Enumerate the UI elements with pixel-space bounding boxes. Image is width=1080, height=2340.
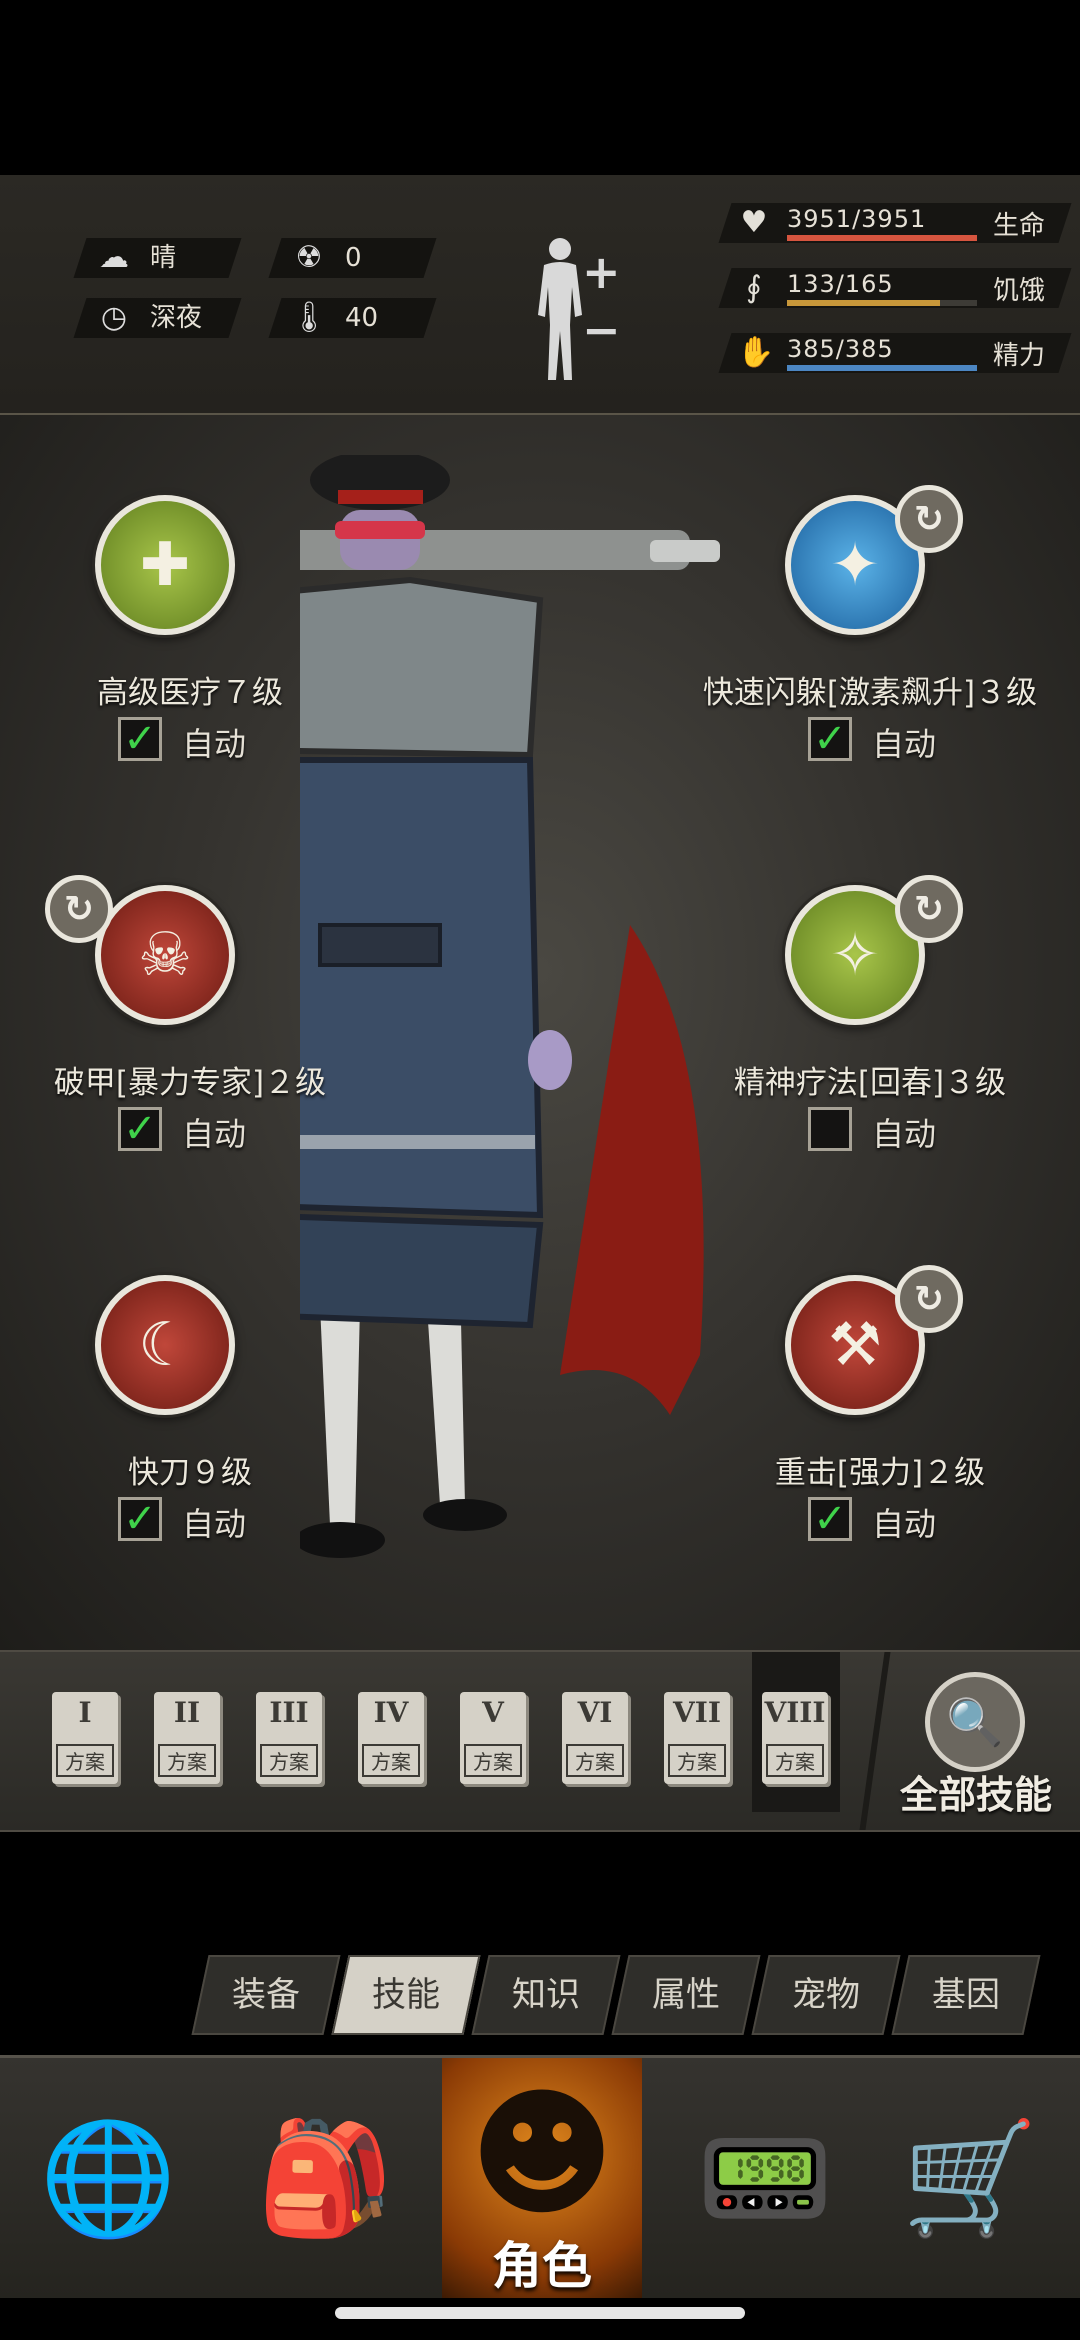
time-label: 深夜 xyxy=(150,303,203,333)
loadout-plan-8[interactable]: VIII 方案 xyxy=(762,1692,828,1784)
hunger-value: 133/165 xyxy=(787,270,894,298)
body-plus-button[interactable]: + xyxy=(582,245,621,299)
status-panel: ☁ 晴 ☢ 0 ◷ 深夜 🌡 40 + − ♥ 3951/3951 生命 ∮ 1… xyxy=(0,175,1080,415)
nav-character-label: 角色 xyxy=(492,2237,592,2295)
skill-slot-5[interactable]: ☾ 快刀９级 ✓ 自动 xyxy=(30,1275,370,1575)
auto-checkbox[interactable]: ✓ xyxy=(808,1497,852,1541)
temperature-chip: 🌡 40 xyxy=(268,298,437,338)
auto-checkbox[interactable]: ✓ xyxy=(118,1107,162,1151)
heart-icon: ♥ xyxy=(740,205,768,240)
nav-character[interactable]: ☻ 角色 xyxy=(442,2058,642,2298)
all-skills-button[interactable]: 全部技能 xyxy=(900,1764,1052,1819)
shopping-cart-icon: 🛒 xyxy=(901,2113,1039,2242)
radiation-chip: ☢ 0 xyxy=(268,238,437,278)
loadout-plan-3[interactable]: III 方案 xyxy=(256,1692,322,1784)
skill-name: 破甲[暴力专家]２级 xyxy=(53,1065,327,1101)
skill-name: 快刀９级 xyxy=(128,1455,252,1491)
skill-slot-1[interactable]: ✚ 高级医疗７级 ✓ 自动 xyxy=(30,495,370,795)
body-minus-button[interactable]: − xyxy=(582,303,621,357)
sub-tab-bar: 装备 技能 知识 属性 宠物 基因 xyxy=(191,1955,1070,2035)
skill-slot-3[interactable]: ☠ ↻ 破甲[暴力专家]２级 ✓ 自动 xyxy=(30,875,370,1185)
tab-attributes[interactable]: 属性 xyxy=(611,1955,761,2035)
home-indicator[interactable] xyxy=(335,2307,745,2319)
radiation-value: 0 xyxy=(345,243,362,273)
radiation-icon: ☢ xyxy=(295,240,323,275)
skill-slot-4[interactable]: ✧ ↻ 精神疗法[回春]３级 自动 xyxy=(720,875,1060,1185)
hunger-label: 饥饿 xyxy=(993,276,1046,306)
auto-label: 自动 xyxy=(872,1115,937,1153)
auto-label: 自动 xyxy=(182,725,247,763)
swap-icon[interactable]: ↻ xyxy=(895,1265,963,1333)
nav-shop[interactable]: 🛒 xyxy=(870,2058,1070,2298)
divider xyxy=(859,1652,891,1830)
auto-checkbox[interactable]: ✓ xyxy=(118,717,162,761)
skill-search-icon[interactable]: 🔍 xyxy=(925,1672,1025,1772)
clock-icon: ◷ xyxy=(100,300,128,335)
globe-icon: 🌐 xyxy=(39,2113,177,2242)
loadout-bar: I 方案 II 方案 III 方案 IV 方案 V 方案 VI 方案 VII 方案 VIII 方… xyxy=(0,1650,1080,1832)
auto-checkbox[interactable]: ✓ xyxy=(808,717,852,761)
skill-slot-6[interactable]: ⚒ ↻ 重击[强力]２级 ✓ 自动 xyxy=(720,1265,1060,1575)
tab-equipment[interactable]: 装备 xyxy=(191,1955,341,2035)
health-bar xyxy=(787,235,977,241)
backpack-icon: 🎒 xyxy=(256,2113,394,2242)
energy-icon: ✋ xyxy=(737,335,775,370)
temperature-value: 40 xyxy=(345,303,379,333)
loadout-plan-5[interactable]: V 方案 xyxy=(460,1692,526,1784)
skull-dice-icon[interactable]: ☠ xyxy=(95,885,235,1025)
health-stat: ♥ 3951/3951 生命 xyxy=(718,203,1072,243)
energy-bar xyxy=(787,365,977,371)
auto-label: 自动 xyxy=(872,1505,937,1543)
auto-label: 自动 xyxy=(182,1505,247,1543)
swap-icon[interactable]: ↻ xyxy=(895,485,963,553)
auto-checkbox[interactable] xyxy=(808,1107,852,1151)
energy-value: 385/385 xyxy=(787,335,894,363)
nav-world[interactable]: 🌐 xyxy=(8,2058,208,2298)
auto-label: 自动 xyxy=(182,1115,247,1153)
loadout-plan-7[interactable]: VII 方案 xyxy=(664,1692,730,1784)
character-head-icon: ☻ xyxy=(469,2073,615,2236)
skill-name: 重击[强力]２级 xyxy=(774,1455,986,1491)
tab-pets[interactable]: 宠物 xyxy=(751,1955,901,2035)
skill-name: 快速闪躲[激素飙升]３级 xyxy=(702,675,1038,711)
thermometer-icon: 🌡 xyxy=(289,300,329,335)
character-scene: ✚ 高级医疗７级 ✓ 自动 ✦ ↻ 快速闪躲[激素飙升]３级 ✓ 自动 ☠ ↻ … xyxy=(0,415,1080,1650)
weather-label: 晴 xyxy=(150,243,177,273)
skill-name: 高级医疗７级 xyxy=(97,675,283,711)
tab-genes[interactable]: 基因 xyxy=(891,1955,1041,2035)
swap-icon[interactable]: ↻ xyxy=(45,875,113,943)
swap-icon[interactable]: ↻ xyxy=(895,875,963,943)
hunger-bar xyxy=(787,300,977,306)
loadout-plan-2[interactable]: II 方案 xyxy=(154,1692,220,1784)
weather-chip: ☁ 晴 xyxy=(73,238,242,278)
partly-cloudy-icon: ☁ xyxy=(99,240,129,275)
health-label: 生命 xyxy=(993,211,1046,241)
nav-backpack[interactable]: 🎒 xyxy=(225,2058,425,2298)
skill-slot-2[interactable]: ✦ ↻ 快速闪躲[激素飙升]３级 ✓ 自动 xyxy=(703,485,1060,795)
energy-label: 精力 xyxy=(993,341,1046,371)
medkit-icon[interactable]: ✚ xyxy=(95,495,235,635)
loadout-plan-4[interactable]: IV 方案 xyxy=(358,1692,424,1784)
bottom-nav: 🌐 🎒 ☻ 角色 📟 🛒 xyxy=(0,2055,1080,2298)
character-illustration xyxy=(300,455,720,1558)
tab-skills[interactable]: 技能 xyxy=(331,1955,481,2035)
skill-name: 精神疗法[回春]３级 xyxy=(733,1065,1007,1101)
walkie-talkie-icon: 📟 xyxy=(696,2113,834,2242)
hunger-stat: ∮ 133/165 饥饿 xyxy=(718,268,1072,308)
loadout-plan-1[interactable]: I 方案 xyxy=(52,1692,118,1784)
quick-blade-icon[interactable]: ☾ xyxy=(95,1275,235,1415)
time-chip: ◷ 深夜 xyxy=(73,298,242,338)
stomach-icon: ∮ xyxy=(746,270,762,305)
auto-label: 自动 xyxy=(872,725,937,763)
energy-stat: ✋ 385/385 精力 xyxy=(718,333,1072,373)
loadout-plan-6[interactable]: VI 方案 xyxy=(562,1692,628,1784)
tab-knowledge[interactable]: 知识 xyxy=(471,1955,621,2035)
auto-checkbox[interactable]: ✓ xyxy=(118,1497,162,1541)
nav-radio[interactable]: 📟 xyxy=(665,2058,865,2298)
health-value: 3951/3951 xyxy=(787,205,927,233)
